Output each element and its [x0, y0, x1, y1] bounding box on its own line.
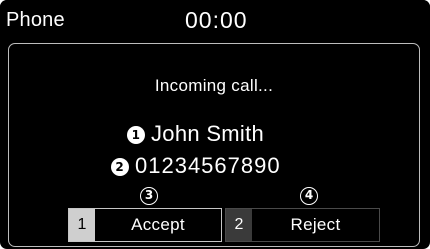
reject-button[interactable]: 2 Reject — [225, 208, 380, 242]
status-bar: Phone 00:00 — [0, 0, 430, 38]
callout-marker-2: 2 — [111, 158, 129, 176]
callout-marker-1: 1 — [127, 126, 145, 144]
accept-shortcut-key: 1 — [69, 209, 95, 241]
call-status-text: Incoming call... — [154, 76, 274, 95]
incoming-call-panel: Incoming call... 1 John Smith 2 0123456789… — [8, 43, 420, 247]
reject-shortcut-key: 2 — [226, 209, 252, 241]
caller-number: 01234567890 — [135, 153, 281, 178]
app-title: Phone — [6, 9, 65, 31]
clock: 00:00 — [185, 7, 248, 33]
reject-label: Reject — [290, 215, 341, 234]
accept-button[interactable]: 1 Accept — [68, 208, 222, 242]
accept-label: Accept — [131, 215, 185, 234]
callout-marker-3: 3 — [140, 187, 158, 205]
caller-number-row: 2 01234567890 — [111, 153, 281, 178]
caller-name: John Smith — [151, 121, 265, 146]
callout-marker-4: 4 — [300, 187, 318, 205]
caller-name-row: 1 John Smith — [127, 121, 264, 146]
phone-screen: Phone 00:00 Incoming call... 1 John Smith… — [0, 0, 430, 249]
